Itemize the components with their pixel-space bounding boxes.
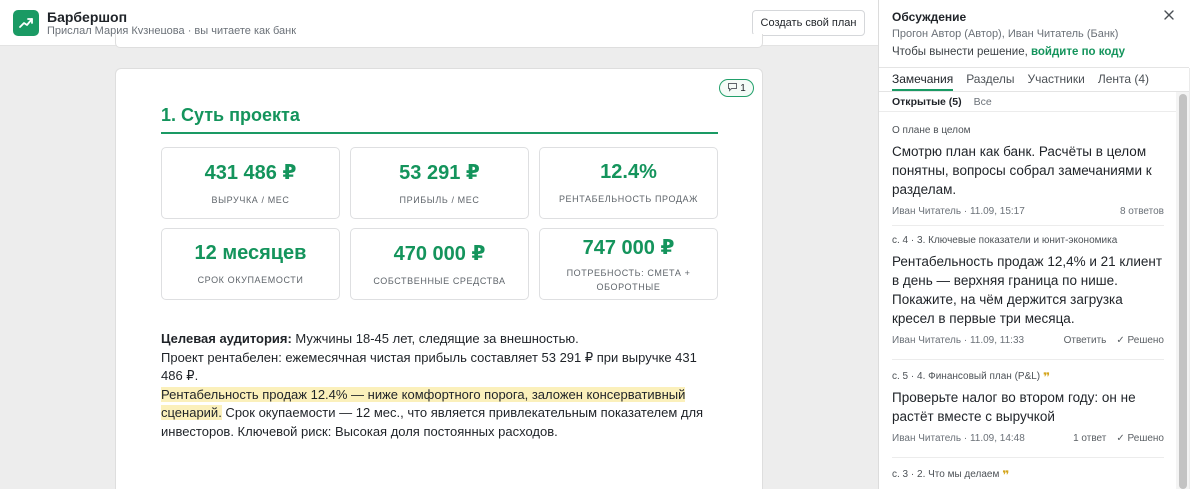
resolve-button[interactable]: ✓ Решено <box>1116 433 1164 444</box>
panel-edge <box>1189 68 1200 489</box>
comment-location: с. 3 · 2. Что мы делаем ❞ <box>892 467 1164 482</box>
filter-all[interactable]: Все <box>974 96 992 108</box>
comment-card[interactable]: с. 4 · 3. Ключевые показатели и юнит-эко… <box>892 235 1164 346</box>
audience-label: Целевая аудитория: <box>161 331 292 346</box>
metric-label: ПРИБЫЛЬ / МЕС <box>399 194 480 205</box>
metric-label: ПОТРЕБНОСТЬ: СМЕТА + ОБОРОТНЫЕ <box>566 267 691 292</box>
resolve-hint: Чтобы вынести решение, войдите по коду <box>892 46 1125 58</box>
divider <box>892 225 1164 226</box>
comment-location: О плане в целом <box>892 125 1164 136</box>
comment-count: 1 <box>740 82 746 94</box>
quote-icon: ❞ <box>1043 369 1051 384</box>
metric-own-funds: 470 000 ₽ СОБСТВЕННЫЕ СРЕДСТВА <box>350 228 529 300</box>
quote-icon: ❞ <box>1002 467 1010 482</box>
comment-author-time: Иван Читатель · 11.09, 14:48 <box>892 433 1025 444</box>
comment-location: с. 5 · 4. Финансовый план (P&L) ❞ <box>892 369 1164 384</box>
divider <box>892 359 1164 360</box>
document-card: 1 1. Суть проекта 431 486 ₽ ВЫРУЧКА / МЕ… <box>115 68 763 489</box>
previous-card-edge <box>115 34 763 48</box>
comment-author-time: Иван Читатель · 11.09, 11:33 <box>892 335 1025 346</box>
replies-count[interactable]: 1 ответ <box>1073 433 1106 444</box>
replies-count[interactable]: 8 ответов <box>1120 206 1164 217</box>
comment-text: Проверьте налог во втором году: он не ра… <box>892 390 1136 424</box>
comment-badge[interactable]: 1 <box>719 79 754 97</box>
check-icon: ✓ <box>1116 335 1125 346</box>
resolve-label: Решено <box>1127 335 1164 346</box>
reply-button[interactable]: Ответить <box>1064 335 1107 346</box>
comment-actions: 1 ответ ✓ Решено <box>1073 433 1164 444</box>
metric-funding-need: 747 000 ₽ ПОТРЕБНОСТЬ: СМЕТА + ОБОРОТНЫЕ <box>539 228 718 300</box>
audience-text: Мужчины 18-45 лет, следящие за внешность… <box>291 331 579 346</box>
comment-text: Смотрю план как банк. Расчёты в целом по… <box>892 144 1152 197</box>
comment-meta: Иван Читатель · 11.09, 11:33 Ответить ✓ … <box>892 335 1164 346</box>
divider <box>879 91 1189 92</box>
metric-value: 12 месяцев <box>194 241 307 264</box>
metric-revenue: 431 486 ₽ ВЫРУЧКА / МЕС <box>161 147 340 219</box>
metric-payback: 12 месяцев СРОК ОКУПАЕМОСТИ <box>161 228 340 300</box>
metric-margin: 12.4% РЕНТАБЕЛЬНОСТЬ ПРОДАЖ <box>539 147 718 219</box>
divider <box>879 67 1189 68</box>
resolve-hint-text: Чтобы вынести решение, <box>892 46 1031 58</box>
heading-divider <box>161 132 718 134</box>
comment-text: Рентабельность продаж 12,4% и 21 клиент … <box>892 254 1163 326</box>
comment-meta: Иван Читатель · 11.09, 15:17 8 ответов <box>892 206 1164 217</box>
filter-bar: Открытые (5) Все <box>892 96 992 108</box>
panel-title: Обсуждение <box>892 10 967 24</box>
metric-label: РЕНТАБЕЛЬНОСТЬ ПРОДАЖ <box>558 193 699 204</box>
tab-feed[interactable]: Лента (4) <box>1098 72 1149 91</box>
metric-value: 431 486 ₽ <box>204 161 297 184</box>
discussion-panel: Обсуждение Прогон Автор (Автор), Иван Чи… <box>878 0 1200 489</box>
comment-meta: Иван Читатель · 11.09, 14:48 1 ответ ✓ Р… <box>892 433 1164 444</box>
metric-value: 470 000 ₽ <box>393 242 486 265</box>
scrollbar-thumb[interactable] <box>1179 94 1187 489</box>
comment-actions: Ответить ✓ Решено <box>1064 335 1164 346</box>
comment-author-time: Иван Читатель · 11.09, 15:17 <box>892 206 1025 217</box>
section-title: 1. Суть проекта <box>161 105 300 125</box>
section-body: Целевая аудитория: Мужчины 18-45 лет, сл… <box>161 330 721 442</box>
metric-value: 53 291 ₽ <box>399 161 480 184</box>
metric-value: 747 000 ₽ <box>582 236 675 259</box>
body-text: Срок окупаемости — 12 мес., что является… <box>161 405 704 439</box>
metric-label: СОБСТВЕННЫЕ СРЕДСТВА <box>373 275 506 286</box>
login-link[interactable]: войдите по коду <box>1031 46 1125 58</box>
metrics-grid: 431 486 ₽ ВЫРУЧКА / МЕС 53 291 ₽ ПРИБЫЛЬ… <box>161 147 718 300</box>
comment-location-text: с. 4 · 3. Ключевые показатели и юнит-эко… <box>892 235 1118 246</box>
metric-value: 12.4% <box>600 160 657 183</box>
comment-location-text: О плане в целом <box>892 125 971 136</box>
discussion-tabs: Замечания Разделы Участники Лента (4) <box>892 72 1149 91</box>
tab-remarks[interactable]: Замечания <box>892 72 954 91</box>
close-icon[interactable] <box>1161 7 1177 23</box>
profit-text: Проект рентабелен: ежемесячная чистая пр… <box>161 349 697 384</box>
check-icon: ✓ <box>1116 433 1125 444</box>
comment-card[interactable]: с. 5 · 4. Финансовый план (P&L) ❞ Провер… <box>892 369 1164 445</box>
divider <box>879 111 1189 112</box>
divider <box>892 457 1164 458</box>
create-plan-button[interactable]: Создать свой план <box>752 10 865 36</box>
comment-icon <box>727 82 738 95</box>
participants-list: Прогон Автор (Автор), Иван Читатель (Бан… <box>892 28 1119 40</box>
tab-sections[interactable]: Разделы <box>966 72 1014 91</box>
metric-label: СРОК ОКУПАЕМОСТИ <box>197 274 304 285</box>
resolve-button[interactable]: ✓ Решено <box>1116 335 1164 346</box>
comment-location-text: с. 5 · 4. Финансовый план (P&L) <box>892 371 1041 382</box>
filter-open[interactable]: Открытые (5) <box>892 96 962 108</box>
plan-title: Барбершоп <box>47 9 128 25</box>
comment-card[interactable]: с. 3 · 2. Что мы делаем ❞ <box>892 467 1164 482</box>
metric-label: ВЫРУЧКА / МЕС <box>211 194 290 205</box>
metric-profit: 53 291 ₽ ПРИБЫЛЬ / МЕС <box>350 147 529 219</box>
resolve-label: Решено <box>1127 433 1164 444</box>
trend-up-icon <box>13 10 39 36</box>
comment-location-text: с. 3 · 2. Что мы делаем <box>892 469 1000 480</box>
comment-location: с. 4 · 3. Ключевые показатели и юнит-эко… <box>892 235 1164 246</box>
comment-card[interactable]: О плане в целом Смотрю план как банк. Ра… <box>892 125 1164 217</box>
tab-participants[interactable]: Участники <box>1028 72 1085 91</box>
